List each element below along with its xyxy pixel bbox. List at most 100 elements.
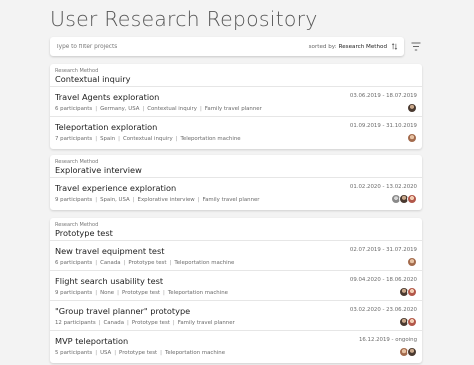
project-country: Spain (100, 136, 116, 142)
participant-avatars (399, 287, 417, 297)
sort-value: Research Method (338, 43, 387, 50)
meta-separator: | (95, 290, 98, 296)
research-method-group: Research Method Contextual inquiry Travel … (50, 64, 422, 149)
participant-count: 7 participants (55, 136, 93, 142)
meta-separator: | (127, 320, 129, 326)
project-date-range: 01.09.2019 - 31.10.2019 (349, 123, 417, 129)
participant-avatars (407, 103, 417, 113)
meta-separator: | (169, 260, 172, 266)
participant-count: 5 participants (55, 350, 93, 356)
participant-count: 12 participants (55, 320, 96, 326)
meta-separator: | (95, 136, 98, 142)
meta-separator: | (95, 106, 98, 112)
project-method: Contextual inquiry (147, 106, 197, 112)
participant-avatars (399, 347, 417, 357)
meta-separator: | (175, 136, 178, 142)
research-method-group: Research Method Explorative interview Trav… (50, 155, 422, 210)
project-meta: 6 participants | Canada | Prototype test | Tel… (55, 260, 234, 266)
project-country: Germany, USA (100, 106, 140, 112)
participant-avatars (407, 133, 417, 143)
participant-avatars (391, 194, 417, 204)
participant-avatars (399, 317, 417, 327)
project-date-range: 09.04.2020 - 18.06.2020 (349, 277, 417, 283)
meta-separator: | (199, 106, 202, 112)
project-meta: 12 participants | Canada | Prototype test | Fa… (55, 320, 235, 326)
avatar[interactable] (407, 347, 417, 357)
project-name[interactable]: Teleportation exploration (55, 122, 157, 132)
project-name[interactable]: Travel Agents exploration (55, 92, 159, 102)
project-product: Teleportation machine (167, 290, 228, 296)
project-meta: 5 participants | USA | Prototype test | Telepo… (55, 350, 225, 356)
project-method: Prototype test (128, 260, 167, 266)
meta-separator: | (160, 350, 162, 356)
meta-separator: | (132, 197, 135, 203)
project-item[interactable]: "Group travel planner" prototype 12 parti… (50, 301, 422, 331)
sort-order-icon[interactable] (391, 43, 398, 50)
meta-separator: | (123, 260, 126, 266)
project-method: Prototype test (121, 290, 161, 296)
project-item[interactable]: Flight search usability test 9 participan… (50, 271, 422, 301)
filter-funnel-icon[interactable] (411, 42, 421, 51)
project-method: Contextual inquiry (122, 136, 173, 142)
project-item[interactable]: Travel experience exploration 9 participa… (50, 178, 422, 208)
project-date-range: 03.02.2020 - 23.06.2020 (349, 307, 417, 313)
project-country: USA (100, 350, 112, 356)
project-product: Family travel planner (204, 106, 262, 112)
meta-separator: | (98, 320, 101, 326)
meta-separator: | (114, 350, 117, 356)
project-name[interactable]: Flight search usability test (55, 276, 163, 286)
avatar[interactable] (407, 133, 417, 143)
avatar[interactable] (407, 194, 417, 204)
project-item[interactable]: Travel Agents exploration 6 participants |… (50, 87, 422, 117)
meta-separator: | (163, 290, 165, 296)
group-value-label: Explorative interview (55, 165, 142, 175)
project-meta: 9 participants | None | Prototype test | Telep… (55, 290, 228, 296)
participant-count: 9 participants (55, 197, 93, 203)
project-method: Prototype test (119, 350, 158, 356)
project-country: None (100, 290, 115, 296)
project-product: Teleportation machine (164, 350, 226, 356)
project-name[interactable]: New travel equipment test (55, 246, 164, 256)
avatar[interactable] (407, 287, 417, 297)
project-product: Teleportation machine (174, 260, 235, 266)
project-date-range: 16.12.2019 - ongoing (358, 337, 417, 343)
project-method: Explorative interview (137, 197, 195, 203)
project-name[interactable]: "Group travel planner" prototype (55, 306, 190, 316)
project-name[interactable]: MVP teleportation (55, 336, 128, 346)
project-country: Spain, USA (100, 197, 130, 203)
meta-separator: | (118, 136, 120, 142)
avatar[interactable] (407, 257, 417, 267)
group-value-label: Prototype test (55, 228, 113, 238)
project-item[interactable]: Teleportation exploration 7 participants |… (50, 117, 422, 147)
project-date-range: 02.07.2019 - 31.07.2019 (349, 247, 417, 253)
project-method: Prototype test (131, 320, 170, 326)
project-meta: 7 participants | Spain | Contextual inquiry |… (55, 136, 241, 142)
project-name[interactable]: Travel experience exploration (55, 183, 176, 193)
filter-bar: sorted by: Research Method (50, 37, 404, 56)
participant-count: 9 participants (55, 290, 93, 296)
group-header: Research Method Contextual inquiry (55, 68, 131, 84)
participant-count: 6 participants (55, 260, 93, 266)
project-meta: 9 participants | Spain, USA | Explorative in… (55, 197, 260, 203)
page-title: User Research Repository (50, 7, 318, 31)
filter-input[interactable] (56, 40, 256, 53)
group-header: Research Method Prototype test (55, 222, 113, 238)
avatar[interactable] (407, 103, 417, 113)
sort-control[interactable]: sorted by: Research Method (309, 43, 398, 50)
project-date-range: 03.06.2019 - 18.07.2019 (349, 93, 417, 99)
project-product: Family travel planner (202, 197, 260, 203)
participant-count: 6 participants (55, 106, 93, 112)
meta-separator: | (117, 290, 119, 296)
project-product: Family travel planner (177, 320, 235, 326)
avatar[interactable] (407, 317, 417, 327)
project-item[interactable]: MVP teleportation 5 participants | USA | Prot… (50, 331, 422, 361)
meta-separator: | (172, 320, 175, 326)
project-country: Canada (103, 320, 124, 326)
group-header: Research Method Explorative interview (55, 159, 142, 175)
project-product: Teleportation machine (180, 136, 241, 142)
project-item[interactable]: New travel equipment test 6 participants |… (50, 241, 422, 271)
meta-separator: | (95, 350, 98, 356)
sort-prefix: sorted by: (308, 43, 337, 50)
meta-separator: | (197, 197, 200, 203)
project-date-range: 01.02.2020 - 13.02.2020 (349, 184, 417, 190)
